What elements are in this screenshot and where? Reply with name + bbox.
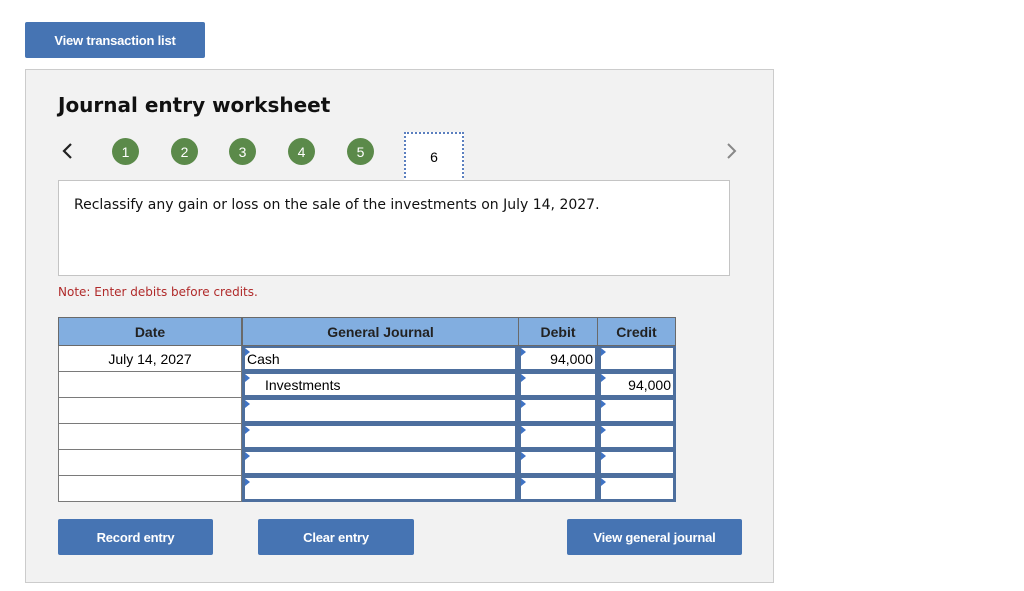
account-input[interactable] bbox=[242, 398, 518, 424]
account-input[interactable] bbox=[242, 476, 518, 502]
worksheet-title: Journal entry worksheet bbox=[58, 93, 331, 117]
credit-input[interactable] bbox=[598, 346, 676, 372]
header-date: Date bbox=[58, 317, 242, 346]
step-6-current[interactable]: 6 bbox=[404, 132, 464, 182]
date-cell bbox=[58, 424, 242, 450]
view-general-journal-button[interactable]: View general journal bbox=[567, 519, 742, 555]
debit-input[interactable] bbox=[518, 424, 598, 450]
next-step-button[interactable] bbox=[724, 140, 740, 162]
account-input[interactable] bbox=[242, 424, 518, 450]
debit-input[interactable] bbox=[518, 372, 598, 398]
header-credit: Credit bbox=[597, 317, 676, 346]
clear-entry-button[interactable]: Clear entry bbox=[258, 519, 414, 555]
date-cell bbox=[58, 476, 242, 502]
credit-input[interactable] bbox=[598, 450, 676, 476]
debit-input[interactable]: 94,000 bbox=[518, 346, 598, 372]
debit-input[interactable] bbox=[518, 398, 598, 424]
journal-entry-worksheet-panel: Journal entry worksheet 1 2 3 4 5 6 Recl… bbox=[25, 69, 774, 583]
step-5-button[interactable]: 5 bbox=[347, 138, 374, 165]
step-1-button[interactable]: 1 bbox=[112, 138, 139, 165]
account-input[interactable]: Cash bbox=[242, 346, 518, 372]
step-4-button[interactable]: 4 bbox=[288, 138, 315, 165]
view-transaction-list-button[interactable]: View transaction list bbox=[25, 22, 205, 58]
step-3-button[interactable]: 3 bbox=[229, 138, 256, 165]
credit-input[interactable]: 94,000 bbox=[598, 372, 676, 398]
record-entry-button[interactable]: Record entry bbox=[58, 519, 213, 555]
date-cell bbox=[58, 372, 242, 398]
date-cell: July 14, 2027 bbox=[58, 346, 242, 372]
previous-step-button[interactable] bbox=[59, 140, 75, 162]
chevron-left-icon bbox=[62, 143, 72, 159]
header-general-journal: General Journal bbox=[242, 317, 519, 346]
chevron-right-icon bbox=[727, 143, 737, 159]
credit-input[interactable] bbox=[598, 476, 676, 502]
credit-input[interactable] bbox=[598, 424, 676, 450]
step-2-button[interactable]: 2 bbox=[171, 138, 198, 165]
date-cell bbox=[58, 398, 242, 424]
account-input[interactable] bbox=[242, 450, 518, 476]
note-text: Note: Enter debits before credits. bbox=[58, 285, 258, 299]
debit-input[interactable] bbox=[518, 476, 598, 502]
account-input[interactable]: Investments bbox=[242, 372, 518, 398]
question-text: Reclassify any gain or loss on the sale … bbox=[58, 180, 730, 276]
debit-input[interactable] bbox=[518, 450, 598, 476]
credit-input[interactable] bbox=[598, 398, 676, 424]
date-cell bbox=[58, 450, 242, 476]
header-debit: Debit bbox=[518, 317, 598, 346]
